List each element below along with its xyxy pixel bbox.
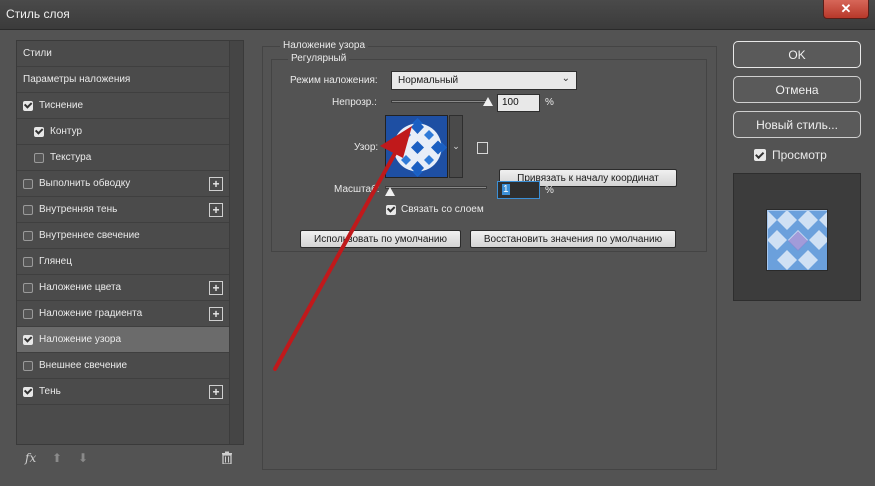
opacity-unit: % [545,97,554,108]
style-list-item-label: Контур [50,126,83,137]
pattern-swatch[interactable] [385,115,448,178]
checkbox-checked [754,149,766,161]
preview-label: Просмотр [772,148,827,162]
style-list-item[interactable]: Тень + [17,379,229,405]
new-style-button[interactable]: Новый стиль... [733,111,861,138]
style-list-item-label: Стили [23,48,52,59]
link-with-layer-checkbox[interactable]: Связать со слоем [386,204,484,215]
style-checkbox[interactable] [34,126,44,137]
blend-mode-select[interactable]: Нормальный ⌄ [391,71,577,90]
style-checkbox[interactable] [23,282,33,293]
style-list-item[interactable]: Текстура [17,145,229,171]
styles-toolbar: fx ⬆ ⬇ [16,448,244,470]
style-checkbox[interactable] [23,334,33,345]
style-list-item-label: Глянец [39,256,72,267]
chevron-down-icon: ⌄ [452,141,460,151]
style-checkbox[interactable] [23,256,33,267]
opacity-slider[interactable] [391,100,488,103]
add-style-plus-icon[interactable]: + [209,281,223,295]
add-style-plus-icon[interactable]: + [209,203,223,217]
style-list-item[interactable]: Глянец [17,249,229,275]
style-list-item-label: Внешнее свечение [39,360,128,371]
scale-label: Масштаб: [334,184,380,195]
ok-button[interactable]: OK [733,41,861,68]
style-checkbox[interactable] [23,308,33,319]
scale-slider-thumb[interactable] [385,187,395,196]
style-list-item-label: Наложение цвета [39,282,122,293]
style-list-item[interactable]: Параметры наложения [17,67,229,93]
scale-input-value: 1 [502,184,510,195]
opacity-label: Непрозр.: [332,97,377,108]
style-list-item-label: Выполнить обводку [39,178,131,189]
chevron-down-icon: ⌄ [561,73,570,84]
style-checkbox[interactable] [23,230,33,241]
opacity-slider-thumb[interactable] [483,97,493,106]
reset-to-default-button[interactable]: Восстановить значения по умолчанию [470,230,676,248]
style-checkbox[interactable] [23,360,33,371]
structure-subtitle: Регулярный [288,53,350,64]
style-list-item[interactable]: Тиснение [17,93,229,119]
blend-mode-label: Режим наложения: [290,75,378,86]
style-list-item[interactable]: Выполнить обводку + [17,171,229,197]
add-style-plus-icon[interactable]: + [209,177,223,191]
pattern-overlay-title: Наложение узора [280,40,369,51]
styles-list-scrollbar[interactable] [229,41,243,444]
make-default-button[interactable]: Использовать по умолчанию [300,230,461,248]
window-title: Стиль слоя [6,7,70,21]
pattern-picker-dropdown[interactable]: ⌄ [449,115,463,178]
preview-checkbox[interactable]: Просмотр [754,148,827,162]
style-list-item[interactable]: Внутреннее свечение [17,223,229,249]
scale-unit: % [545,185,554,196]
layer-style-dialog: Стили Параметры наложения Тиснение Контур Те… [0,30,875,486]
style-checkbox[interactable] [34,152,44,163]
style-checkbox[interactable] [23,204,33,215]
cancel-button[interactable]: Отмена [733,76,861,103]
style-list-item[interactable]: Внутренняя тень + [17,197,229,223]
style-checkbox[interactable] [23,100,33,111]
style-list-item-label: Внутреннее свечение [39,230,140,241]
style-checkbox[interactable] [23,178,33,189]
pattern-label: Узор: [354,142,379,153]
add-style-plus-icon[interactable]: + [209,307,223,321]
scale-slider[interactable] [385,186,487,189]
style-list-item[interactable]: Наложение цвета + [17,275,229,301]
style-list-item[interactable]: Внешнее свечение [17,353,229,379]
style-list-item[interactable]: Наложение градиента + [17,301,229,327]
trash-icon[interactable] [221,451,233,467]
fx-icon[interactable]: fx [25,451,36,465]
style-preview [733,173,861,301]
style-list-item-label: Наложение градиента [39,308,143,319]
new-preset-icon[interactable] [477,142,488,154]
checkbox-checked [386,204,396,215]
title-bar: Стиль слоя ✕ [0,0,875,30]
close-button[interactable]: ✕ [823,0,869,19]
style-list-item-label: Параметры наложения [23,74,131,85]
style-list-item-label: Текстура [50,152,92,163]
opacity-input[interactable]: 100 [497,94,540,112]
style-list-item[interactable]: Стили [17,41,229,67]
style-list-item-label: Тиснение [39,100,84,111]
style-list-item[interactable]: Контур [17,119,229,145]
blend-mode-value: Нормальный [398,75,459,86]
scale-input[interactable]: 1 [497,181,540,199]
style-list-item-label: Внутренняя тень [39,204,118,215]
styles-list: Стили Параметры наложения Тиснение Контур Те… [16,40,244,445]
move-up-icon[interactable]: ⬆ [52,451,62,465]
close-icon: ✕ [840,0,852,16]
style-list-item[interactable]: Наложение узора [17,327,229,353]
style-list-item-label: Наложение узора [39,334,122,345]
preview-thumbnail [766,209,828,271]
style-checkbox[interactable] [23,386,33,397]
style-list-item-label: Тень [39,386,61,397]
add-style-plus-icon[interactable]: + [209,385,223,399]
link-with-layer-label: Связать со слоем [401,204,484,215]
move-down-icon[interactable]: ⬇ [78,451,88,465]
